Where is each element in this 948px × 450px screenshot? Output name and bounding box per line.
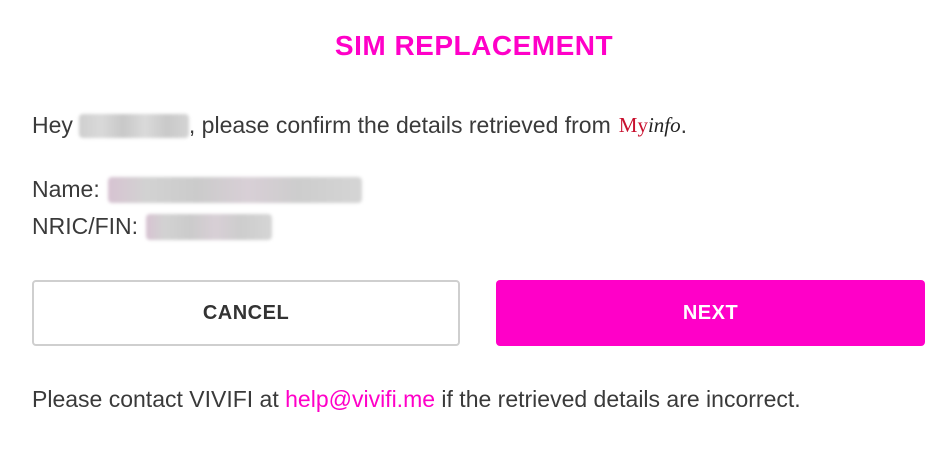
myinfo-logo-info: info [647, 113, 681, 137]
myinfo-logo: My info [619, 113, 681, 138]
redacted-name-value [107, 176, 362, 203]
footer-suffix: if the retrieved details are incorrect. [441, 386, 801, 412]
next-button-label: NEXT [682, 301, 739, 324]
name-label: Name: [32, 176, 100, 202]
sim-replacement-page: SIM REPLACEMENT Hey , please confirm the… [0, 0, 948, 450]
redacted-nric-value [146, 213, 273, 240]
greeting-suffix: , please confirm the details retrieved f… [188, 112, 611, 138]
next-button[interactable]: NEXT [496, 280, 925, 346]
myinfo-logo-my: My [618, 113, 648, 137]
greeting-line: Hey , please confirm the details retriev… [32, 112, 687, 139]
name-row: Name: [32, 176, 362, 203]
redacted-user-name [78, 113, 189, 138]
page-title: SIM REPLACEMENT [334, 30, 614, 61]
support-email-link[interactable]: help@vivifi.me [285, 386, 435, 412]
footer-prefix: Please contact VIVIFI at [32, 386, 279, 412]
nric-label: NRIC/FIN: [32, 213, 139, 239]
cancel-button-label: CANCEL [202, 301, 290, 324]
greeting-prefix: Hey [32, 112, 73, 138]
contact-footer: Please contact VIVIFI at help@vivifi.me … [32, 386, 801, 413]
nric-row: NRIC/FIN: [32, 213, 273, 240]
greeting-end: . [680, 112, 688, 138]
cancel-button[interactable]: CANCEL [32, 280, 460, 346]
